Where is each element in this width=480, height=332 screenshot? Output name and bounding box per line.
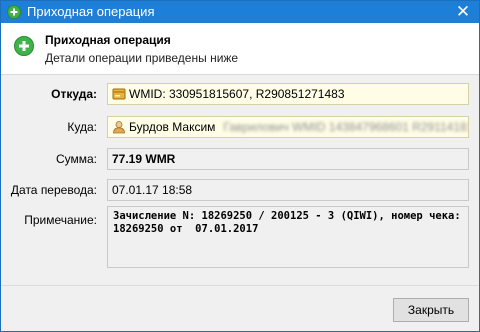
close-icon[interactable]: ✕ (453, 2, 473, 22)
header-subtitle: Детали операции приведены ниже (45, 51, 239, 65)
dialog-header: Приходная операция Детали операции приве… (1, 23, 479, 75)
button-bar: Закрыть (1, 285, 479, 331)
from-label: Откуда: (51, 87, 97, 101)
date-label: Дата перевода: (10, 183, 97, 197)
title-bar: Приходная операция ✕ (1, 1, 479, 23)
amount-label: Сумма: (55, 152, 97, 166)
amount-field: 77.19 WMR (107, 148, 469, 170)
to-name: Бурдов Максим (129, 120, 216, 134)
note-field: Зачисление N: 18269250 / 200125 - 3 (QIW… (107, 206, 469, 268)
operation-dialog: Приходная операция ✕ Приходная операция … (0, 0, 480, 332)
user-icon (112, 120, 126, 134)
to-field[interactable]: Бурдов Максим Гаврилович WMID 14384796860… (107, 116, 469, 138)
close-button[interactable]: Закрыть (393, 298, 469, 322)
header-title: Приходная операция (45, 33, 171, 47)
note-line-2: 18269250 от 07.01.2017 (113, 223, 259, 235)
wallet-icon (112, 87, 126, 101)
from-field[interactable]: WMID: 330951815607, R290851271483 (107, 83, 469, 105)
to-redacted: Гаврилович WMID 143847968601 R291141818 (223, 120, 469, 134)
note-label: Примечание: (24, 213, 97, 227)
green-plus-icon (7, 5, 21, 19)
from-value: WMID: 330951815607, R290851271483 (129, 87, 345, 101)
note-line-1: Зачисление N: 18269250 / 200125 - 3 (QIW… (113, 210, 461, 222)
window-title: Приходная операция (27, 4, 155, 19)
date-field: 07.01.17 18:58 (107, 179, 469, 201)
to-label: Куда: (67, 120, 97, 134)
green-plus-icon (14, 36, 34, 56)
